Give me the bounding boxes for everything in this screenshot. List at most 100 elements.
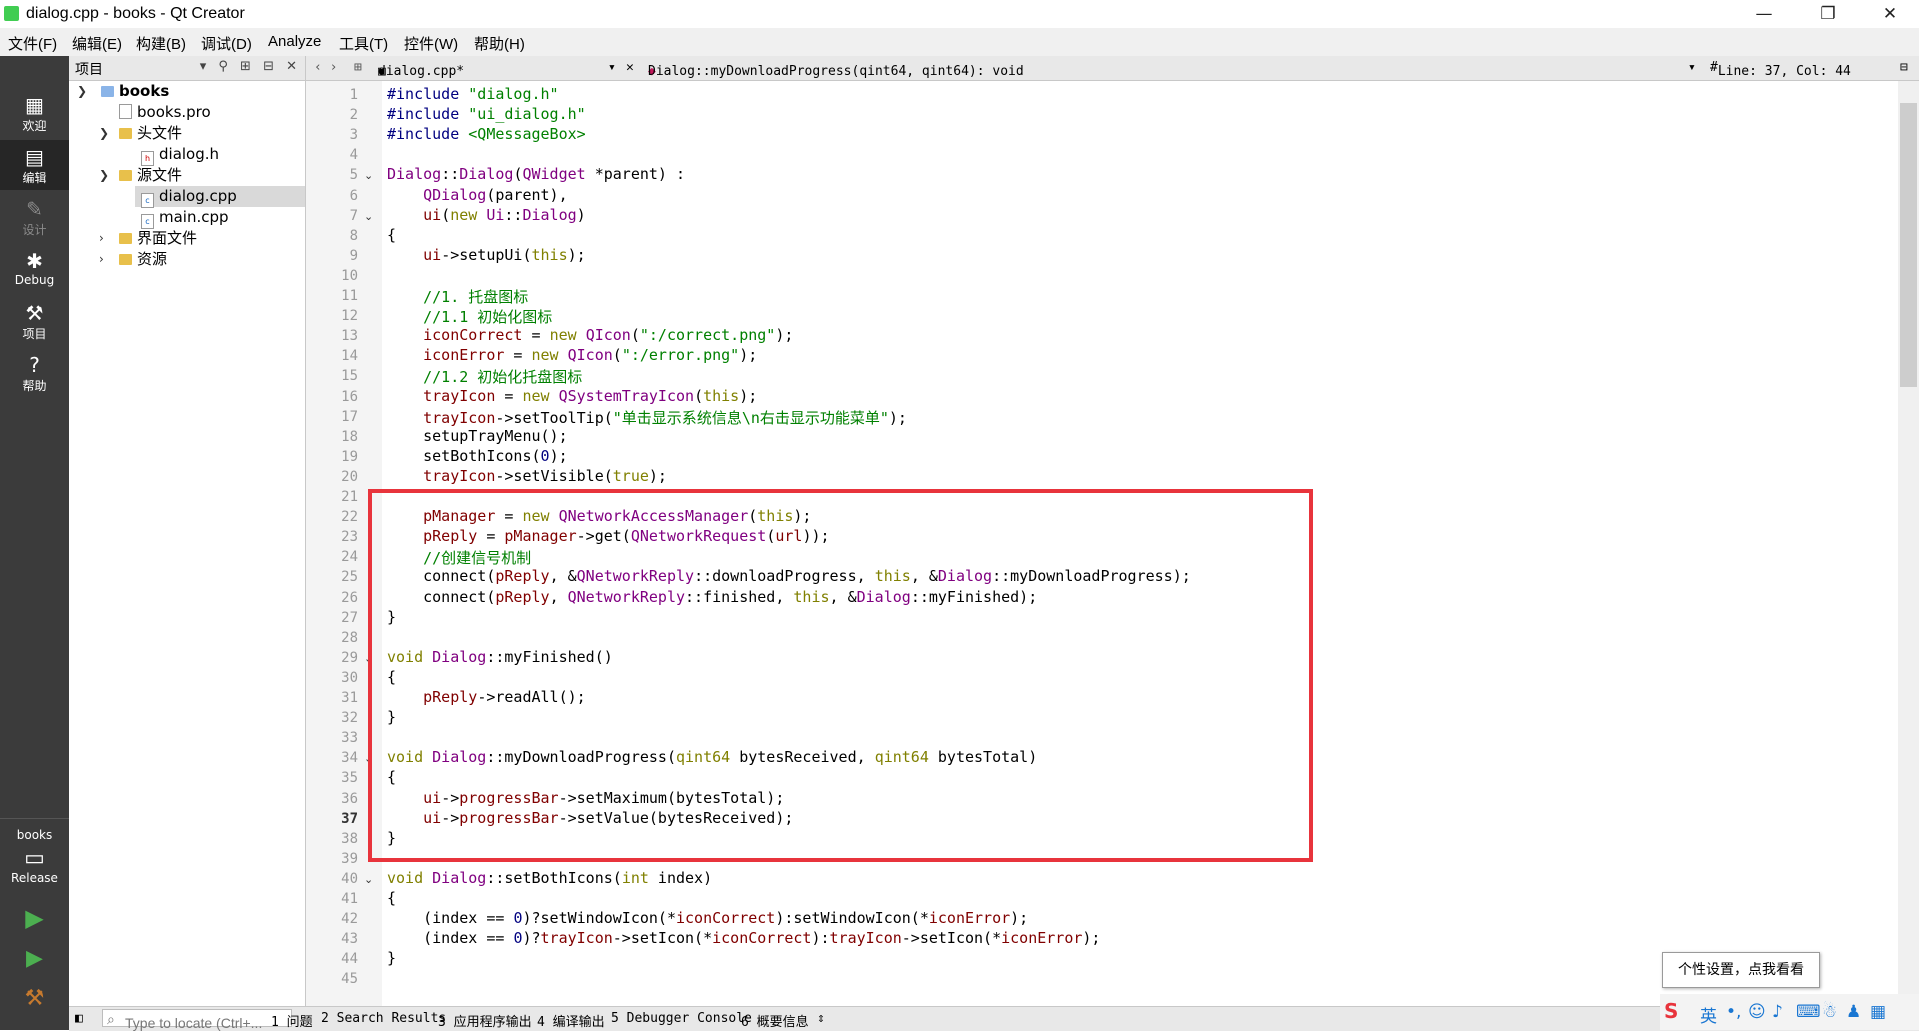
sogou-logo-icon[interactable]: S bbox=[1664, 999, 1678, 1023]
tab-app-output[interactable]: 3 应用程序输出 bbox=[438, 1011, 532, 1030]
debug-run-button[interactable]: ▶ bbox=[0, 946, 69, 986]
mode-design[interactable]: ✎ 设计 bbox=[0, 192, 69, 242]
minimize-button[interactable]: — bbox=[1736, 0, 1792, 28]
punctuation-icon[interactable]: •, bbox=[1726, 1002, 1741, 1022]
code-line[interactable]: ui->setupUi(this); bbox=[387, 246, 586, 264]
fold-chevron-icon[interactable]: ⌄ bbox=[364, 169, 373, 182]
chevron-updown-icon[interactable]: ⇕ bbox=[817, 1011, 825, 1026]
cursor-position[interactable]: # Line: 37, Col: 44 bbox=[1710, 60, 1851, 79]
code-line[interactable]: //1.2 初始化托盘图标 bbox=[387, 366, 582, 387]
tab-general-messages[interactable]: 6 概要信息 bbox=[741, 1011, 809, 1030]
menu-build[interactable]: 构建(B) bbox=[136, 33, 186, 54]
chevron-right-icon[interactable]: › bbox=[99, 228, 104, 249]
code-line[interactable]: { bbox=[387, 889, 396, 907]
chevron-down-icon[interactable]: ❯ bbox=[77, 81, 87, 102]
code-line[interactable]: setBothIcons(0); bbox=[387, 447, 568, 465]
code-line[interactable]: void Dialog::setBothIcons(int index) bbox=[387, 869, 712, 887]
line-number: 37 bbox=[341, 811, 358, 827]
chevron-down-icon[interactable]: ❯ bbox=[99, 165, 109, 186]
toggle-sidebar-icon[interactable]: ◧ bbox=[75, 1011, 83, 1026]
ime-tooltip[interactable]: 个性设置，点我看看 bbox=[1662, 952, 1820, 988]
code-line[interactable]: Dialog::Dialog(QWidget *parent) : bbox=[387, 165, 685, 183]
menu-edit[interactable]: 编辑(E) bbox=[72, 33, 122, 54]
locator-input[interactable]: ⌕ Type to locate (Ctrl+... bbox=[102, 1009, 292, 1031]
tree-item-dialog-cpp[interactable]: c dialog.cpp bbox=[135, 186, 305, 208]
code-line[interactable]: trayIcon = new QSystemTrayIcon(this); bbox=[387, 387, 757, 405]
maximize-button[interactable]: ❐ bbox=[1800, 0, 1856, 28]
code-line[interactable]: ui(new Ui::Dialog) bbox=[387, 206, 586, 224]
locator-placeholder: Type to locate (Ctrl+... bbox=[125, 1015, 263, 1031]
split-editor-icon[interactable]: ⊟ bbox=[1900, 60, 1908, 75]
code-line[interactable]: trayIcon->setToolTip("单击显示系统信息\n右击显示功能菜单… bbox=[387, 407, 907, 428]
keyboard-icon[interactable]: ⌨ bbox=[1796, 1002, 1821, 1022]
code-line[interactable]: #include <QMessageBox> bbox=[387, 125, 586, 143]
tree-item-sources[interactable]: ❯ 源文件 bbox=[69, 165, 305, 186]
tree-item-books[interactable]: ❯ books bbox=[69, 81, 305, 102]
menu-analyze[interactable]: Analyze bbox=[268, 33, 321, 50]
mode-welcome[interactable]: ▦ 欢迎 bbox=[0, 88, 69, 138]
tree-item-headers[interactable]: ❯ 头文件 bbox=[69, 123, 305, 144]
mode-debug[interactable]: ✱ Debug bbox=[0, 244, 69, 294]
mode-edit[interactable]: ▤ 编辑 bbox=[0, 140, 69, 190]
chevron-down-icon[interactable]: ▾ bbox=[608, 60, 616, 75]
tree-item-books-pro[interactable]: books.pro bbox=[69, 102, 305, 123]
wrench-icon: ⚒ bbox=[25, 301, 44, 325]
ime-lang-toggle[interactable]: 英 bbox=[1700, 1002, 1717, 1027]
close-file-button[interactable]: ✕ bbox=[626, 60, 634, 75]
chevron-down-icon[interactable]: ❯ bbox=[99, 123, 109, 144]
menu-debug[interactable]: 调试(D) bbox=[201, 33, 252, 54]
split-icon[interactable]: ⊞ bbox=[354, 60, 362, 75]
line-number: 3 bbox=[349, 127, 358, 143]
tab-search-results[interactable]: 2 Search Results bbox=[321, 1011, 446, 1026]
line-number: 4 bbox=[349, 147, 358, 163]
mode-projects[interactable]: ⚒ 项目 bbox=[0, 296, 69, 346]
folder-icon bbox=[119, 233, 132, 244]
code-line[interactable]: { bbox=[387, 226, 396, 244]
user-icon[interactable]: ☃ bbox=[1822, 1002, 1837, 1022]
code-line[interactable]: iconError = new QIcon(":/error.png"); bbox=[387, 346, 757, 364]
chevron-down-icon[interactable]: ▾ bbox=[1688, 60, 1696, 75]
panel-tools[interactable]: ▾ ⚲ ⊞ ⊟ ✕ bbox=[200, 59, 301, 74]
chevron-right-icon[interactable]: › bbox=[99, 249, 104, 270]
tab-compile-output[interactable]: 4 编译输出 bbox=[537, 1011, 605, 1030]
code-line[interactable]: (index == 0)?trayIcon->setIcon(*iconCorr… bbox=[387, 929, 1100, 947]
tab-issues[interactable]: 1 问题 bbox=[271, 1011, 313, 1030]
code-line[interactable]: trayIcon->setVisible(true); bbox=[387, 467, 667, 485]
code-line[interactable]: //1. 托盘图标 bbox=[387, 286, 528, 307]
menu-tools[interactable]: 工具(T) bbox=[339, 33, 388, 54]
menu-controls[interactable]: 控件(W) bbox=[404, 33, 458, 54]
emoji-icon[interactable]: ☺ bbox=[1748, 1002, 1766, 1022]
menu-help[interactable]: 帮助(H) bbox=[474, 33, 525, 54]
nav-back-forward[interactable]: ‹ › bbox=[314, 60, 337, 75]
tree-item-dialog-h[interactable]: h dialog.h bbox=[69, 144, 305, 166]
toolbox-icon[interactable]: ▦ bbox=[1870, 1002, 1886, 1022]
code-line[interactable]: QDialog(parent), bbox=[387, 186, 568, 204]
line-number: 17 bbox=[341, 409, 358, 425]
code-line[interactable]: } bbox=[387, 949, 396, 967]
folder-icon bbox=[119, 254, 132, 265]
window-title: dialog.cpp - books - Qt Creator bbox=[26, 5, 245, 22]
close-button[interactable]: ✕ bbox=[1862, 0, 1918, 28]
scrollbar-thumb[interactable] bbox=[1900, 103, 1917, 387]
microphone-icon[interactable]: ♪ bbox=[1772, 1002, 1783, 1022]
code-line[interactable]: (index == 0)?setWindowIcon(*iconCorrect)… bbox=[387, 909, 1028, 927]
kit-selector[interactable]: books ▭ Release bbox=[0, 822, 69, 892]
build-button[interactable]: ⚒ bbox=[0, 986, 69, 1026]
code-line[interactable]: #include "ui_dialog.h" bbox=[387, 105, 586, 123]
line-number: 21 bbox=[341, 489, 358, 505]
run-button[interactable]: ▶ bbox=[0, 904, 69, 944]
code-line[interactable]: iconCorrect = new QIcon(":/correct.png")… bbox=[387, 326, 793, 344]
tree-item-forms[interactable]: › 界面文件 bbox=[69, 228, 305, 249]
tree-item-main-cpp[interactable]: c main.cpp bbox=[69, 207, 305, 229]
mode-help[interactable]: ? 帮助 bbox=[0, 348, 69, 398]
skin-icon[interactable]: ♟ bbox=[1846, 1002, 1861, 1022]
code-line[interactable]: //1.1 初始化图标 bbox=[387, 306, 552, 327]
tree-item-label: 源文件 bbox=[137, 166, 183, 184]
code-line[interactable]: setupTrayMenu(); bbox=[387, 427, 568, 445]
fold-chevron-icon[interactable]: ⌄ bbox=[364, 210, 373, 223]
tree-item-resources[interactable]: › 资源 bbox=[69, 249, 305, 270]
code-line[interactable]: #include "dialog.h" bbox=[387, 85, 559, 103]
tab-debugger-console[interactable]: 5 Debugger Console bbox=[611, 1011, 752, 1026]
menu-file[interactable]: 文件(F) bbox=[8, 33, 57, 54]
fold-chevron-icon[interactable]: ⌄ bbox=[364, 873, 373, 886]
